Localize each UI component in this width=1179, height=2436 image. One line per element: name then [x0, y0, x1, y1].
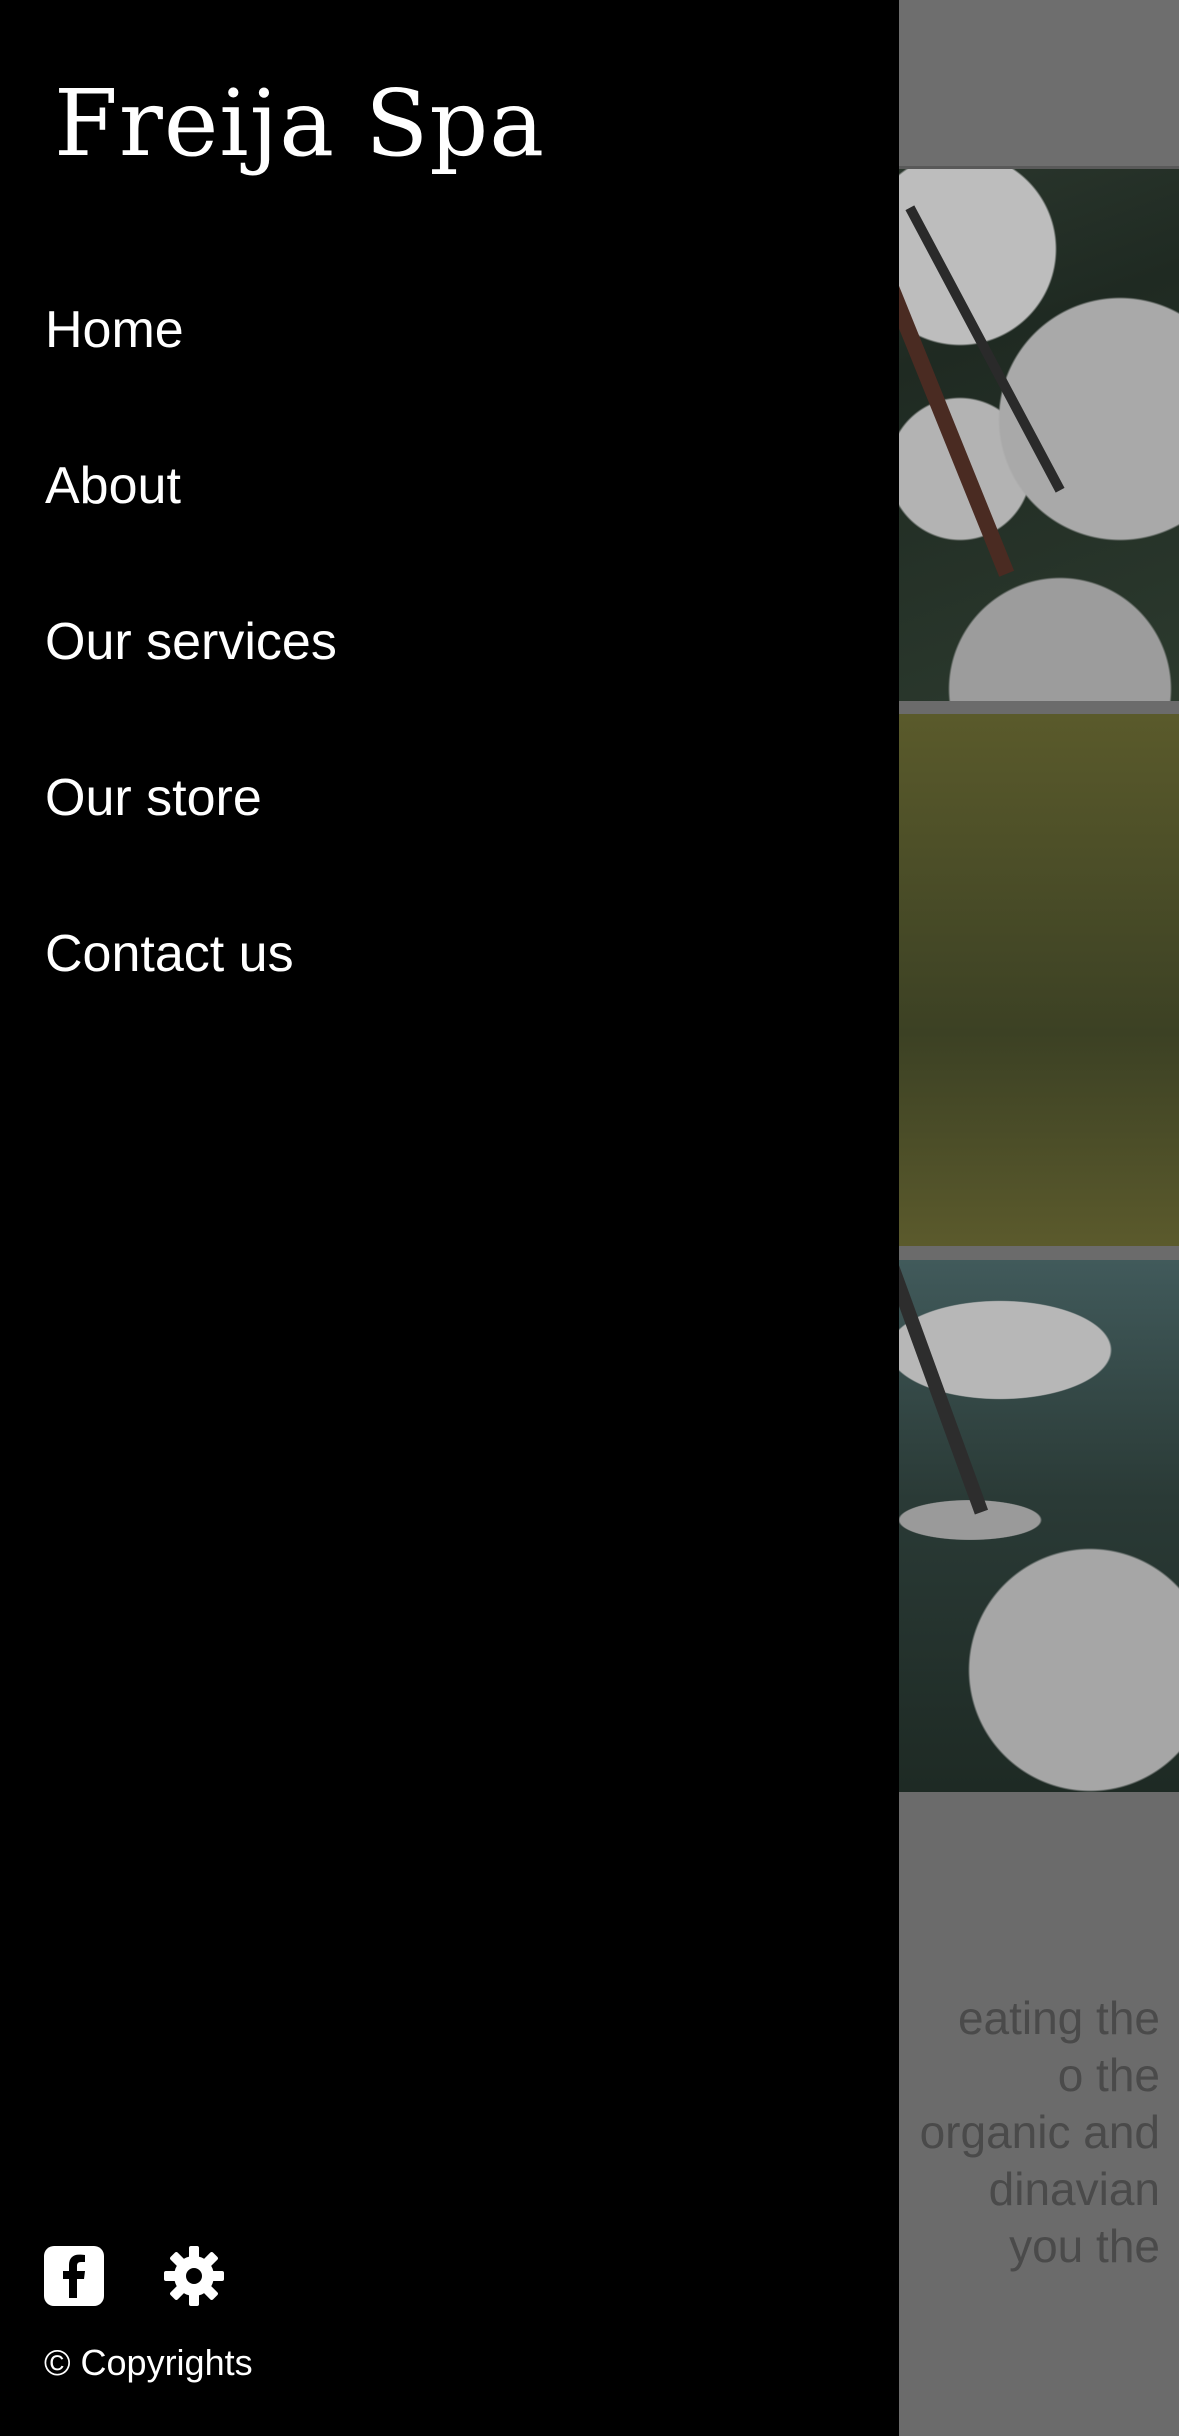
drawer-item-about[interactable]: About [45, 446, 337, 602]
drawer-item-our-store[interactable]: Our store [45, 758, 337, 914]
copyright-text: © Copyrights [44, 2342, 253, 2383]
drawer-item-home[interactable]: Home [45, 290, 337, 446]
drawer-item-contact-us[interactable]: Contact us [45, 914, 337, 1070]
facebook-icon[interactable] [44, 2246, 104, 2306]
drawer-item-our-services[interactable]: Our services [45, 602, 337, 758]
brand-title: Freija Spa [54, 70, 546, 177]
navigation-drawer: Freija Spa Home About Our services Our s… [0, 0, 899, 2436]
drawer-menu: Home About Our services Our store Contac… [45, 290, 337, 1070]
drawer-footer-icons [44, 2244, 226, 2308]
gear-icon[interactable] [162, 2244, 226, 2308]
